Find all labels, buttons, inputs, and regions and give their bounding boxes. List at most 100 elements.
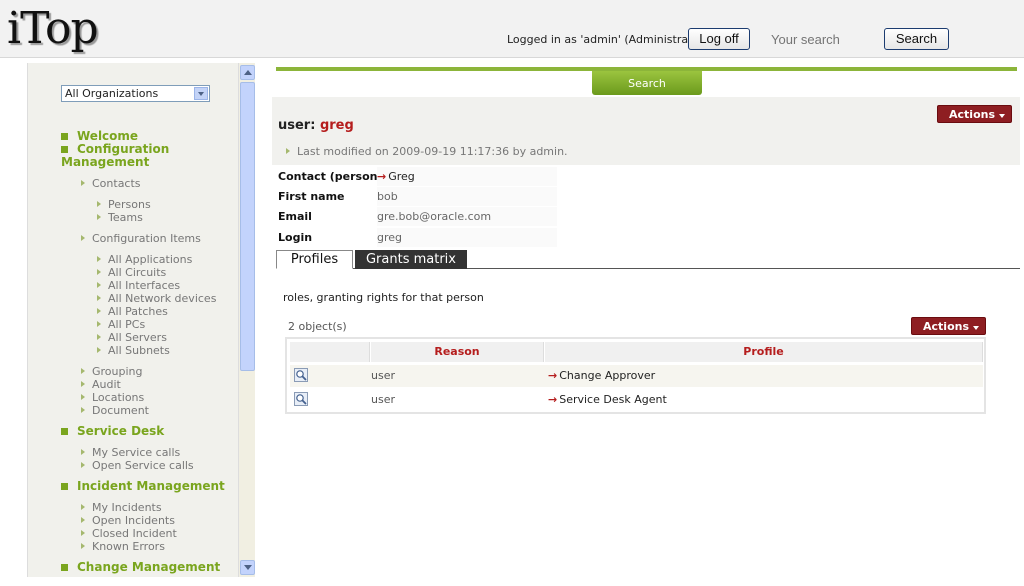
menu-item-all-interfaces[interactable]: All Interfaces bbox=[97, 279, 180, 292]
triangle-bullet-icon bbox=[97, 269, 101, 275]
menu-item-audit[interactable]: Audit bbox=[81, 378, 121, 391]
view-details-magnifier-icon[interactable] bbox=[294, 392, 308, 406]
triangle-bullet-icon bbox=[81, 530, 85, 536]
triangle-bullet-icon bbox=[81, 368, 85, 374]
search-input[interactable] bbox=[755, 29, 880, 49]
triangle-bullet-icon bbox=[81, 449, 85, 455]
external-key-arrow-icon: → bbox=[377, 170, 387, 183]
table-row: user → Service Desk Agent bbox=[290, 389, 983, 411]
page-title: user: greg bbox=[278, 118, 354, 133]
triangle-bullet-icon bbox=[97, 321, 101, 327]
tab-grants-matrix[interactable]: Grants matrix bbox=[355, 250, 467, 269]
contact-label: Contact (person) bbox=[278, 170, 383, 183]
menu-item-all-patches[interactable]: All Patches bbox=[97, 305, 168, 318]
triangle-bullet-icon bbox=[97, 334, 101, 340]
first-name-label: First name bbox=[278, 190, 345, 203]
menu-item-all-servers[interactable]: All Servers bbox=[97, 331, 167, 344]
menu-item-teams[interactable]: Teams bbox=[97, 211, 143, 224]
roles-description: roles, granting rights for that person bbox=[283, 291, 484, 304]
triangle-bullet-icon bbox=[97, 201, 101, 207]
menu-item-known-errors[interactable]: Known Errors bbox=[81, 540, 165, 553]
logged-in-text: Logged in as 'admin' (Administrator) bbox=[507, 33, 708, 46]
square-bullet-icon bbox=[61, 146, 68, 153]
menu-heading-configuration-management[interactable]: Configuration bbox=[61, 142, 169, 156]
profiles-table: Reason Profile user → Change Approver use… bbox=[285, 337, 986, 414]
triangle-bullet-icon bbox=[81, 543, 85, 549]
square-bullet-icon bbox=[61, 483, 68, 490]
menu-heading-change-management[interactable]: Change Management bbox=[61, 560, 220, 574]
menu-item-all-subnets[interactable]: All Subnets bbox=[97, 344, 170, 357]
menu-heading-configuration-management-line2[interactable]: Management bbox=[61, 155, 149, 169]
actions-menu-button[interactable]: Actions bbox=[937, 105, 1012, 123]
triangle-bullet-icon bbox=[97, 214, 101, 220]
organization-select-value: All Organizations bbox=[65, 87, 159, 100]
header-bar: iTop Logged in as 'admin' (Administrator… bbox=[0, 0, 1024, 58]
menu-heading-service-desk[interactable]: Service Desk bbox=[61, 424, 164, 438]
triangle-bullet-icon bbox=[81, 462, 85, 468]
title-class: user: bbox=[278, 118, 316, 133]
menu-item-open-service-calls[interactable]: Open Service calls bbox=[81, 459, 194, 472]
table-header-icon-column bbox=[290, 342, 370, 362]
list-actions-menu-button[interactable]: Actions bbox=[911, 317, 986, 335]
left-pane-scrollbar[interactable] bbox=[238, 63, 255, 577]
external-key-arrow-icon: → bbox=[548, 369, 558, 382]
square-bullet-icon bbox=[61, 133, 68, 140]
reason-cell: user bbox=[371, 393, 395, 406]
menu-item-document[interactable]: Document bbox=[81, 404, 149, 417]
organization-select[interactable]: All Organizations bbox=[61, 85, 210, 102]
menu-item-contacts[interactable]: Contacts bbox=[81, 177, 141, 190]
search-drawer-tab[interactable]: Search bbox=[592, 71, 702, 95]
object-count: 2 object(s) bbox=[288, 320, 347, 333]
chevron-down-icon[interactable] bbox=[194, 87, 208, 100]
profile-cell-link[interactable]: → Service Desk Agent bbox=[548, 389, 667, 411]
square-bullet-icon bbox=[61, 428, 68, 435]
menu-heading-welcome[interactable]: Welcome bbox=[61, 129, 138, 143]
triangle-bullet-icon bbox=[81, 235, 85, 241]
triangle-bullet-icon bbox=[81, 517, 85, 523]
triangle-bullet-icon bbox=[97, 282, 101, 288]
email-label: Email bbox=[278, 210, 312, 223]
reason-cell: user bbox=[371, 369, 395, 382]
scrollbar-thumb[interactable] bbox=[240, 82, 255, 371]
menu-heading-incident-management[interactable]: Incident Management bbox=[61, 479, 225, 493]
table-header-profile[interactable]: Profile bbox=[545, 342, 983, 362]
table-header-reason[interactable]: Reason bbox=[371, 342, 544, 362]
left-navigation-pane: All Organizations Welcome Configuration … bbox=[27, 63, 238, 577]
triangle-bullet-icon bbox=[81, 180, 85, 186]
view-details-magnifier-icon[interactable] bbox=[294, 368, 308, 382]
menu-item-open-incidents[interactable]: Open Incidents bbox=[81, 514, 175, 527]
triangle-bullet-icon bbox=[97, 295, 101, 301]
menu-item-all-pcs[interactable]: All PCs bbox=[97, 318, 145, 331]
login-label: Login bbox=[278, 231, 313, 244]
menu-item-all-applications[interactable]: All Applications bbox=[97, 253, 192, 266]
menu-item-my-service-calls[interactable]: My Service calls bbox=[81, 446, 180, 459]
first-name-value: bob bbox=[377, 187, 557, 206]
menu-item-locations[interactable]: Locations bbox=[81, 391, 144, 404]
search-button[interactable]: Search bbox=[884, 28, 949, 50]
login-value: greg bbox=[377, 228, 557, 247]
menu-item-my-incidents[interactable]: My Incidents bbox=[81, 501, 162, 514]
external-key-arrow-icon: → bbox=[548, 393, 558, 406]
menu-item-configuration-items[interactable]: Configuration Items bbox=[81, 232, 201, 245]
triangle-bullet-icon bbox=[97, 308, 101, 314]
triangle-bullet-icon bbox=[81, 407, 85, 413]
itop-logo[interactable]: iTop bbox=[7, 3, 99, 55]
menu-item-all-network-devices[interactable]: All Network devices bbox=[97, 292, 216, 305]
triangle-bullet-icon bbox=[81, 381, 85, 387]
menu-item-persons[interactable]: Persons bbox=[97, 198, 151, 211]
triangle-bullet-icon bbox=[81, 394, 85, 400]
tab-profiles[interactable]: Profiles bbox=[276, 250, 353, 269]
profile-cell-link[interactable]: → Change Approver bbox=[548, 365, 655, 387]
title-object-name: greg bbox=[319, 118, 354, 133]
last-modified-info: Last modified on 2009-09-19 11:17:36 by … bbox=[286, 145, 568, 158]
menu-item-closed-incident[interactable]: Closed Incident bbox=[81, 527, 177, 540]
scroll-down-arrow-icon[interactable] bbox=[240, 560, 255, 575]
square-bullet-icon bbox=[61, 564, 68, 571]
email-value: gre.bob@oracle.com bbox=[377, 207, 557, 226]
triangle-bullet-icon bbox=[97, 347, 101, 353]
menu-item-all-circuits[interactable]: All Circuits bbox=[97, 266, 166, 279]
scroll-up-arrow-icon[interactable] bbox=[240, 65, 255, 80]
log-off-button[interactable]: Log off bbox=[688, 28, 750, 50]
menu-item-grouping[interactable]: Grouping bbox=[81, 365, 143, 378]
contact-value-link[interactable]: → Greg bbox=[377, 167, 557, 186]
